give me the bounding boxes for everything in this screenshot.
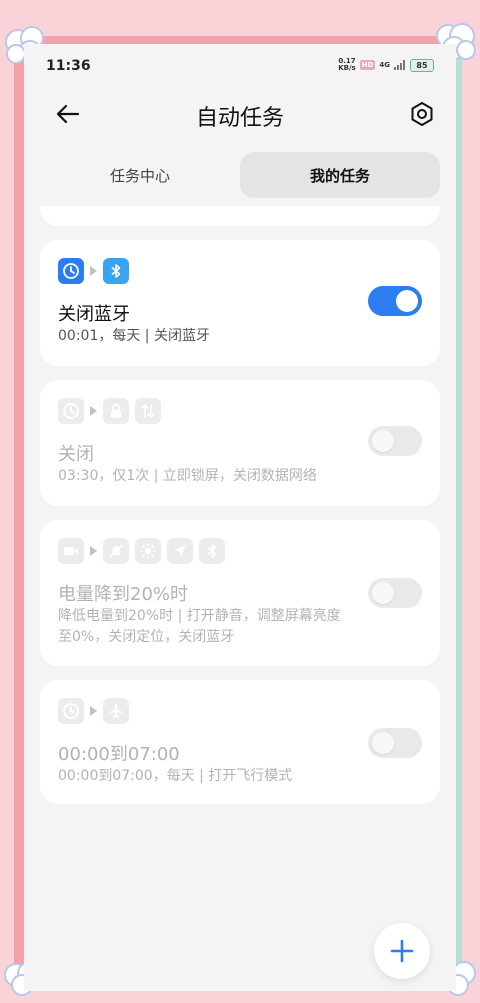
location-icon	[167, 538, 193, 564]
task-title: 关闭	[58, 444, 94, 465]
task-action-chain	[58, 398, 161, 424]
task-tabs: 任务中心 我的任务	[40, 152, 440, 198]
chain-arrow-icon	[90, 546, 97, 556]
task-action-chain	[58, 538, 225, 564]
page-title: 自动任务	[195, 106, 284, 131]
task-description: 降低电量到20%时 | 打开静音，调整屏幕亮度至0%，关闭定位，关闭蓝牙	[58, 608, 341, 645]
bluetooth-icon	[103, 258, 129, 284]
signal-icon	[394, 60, 405, 70]
task-toggle[interactable]	[368, 578, 422, 608]
clock-icon	[58, 398, 84, 424]
task-card[interactable]: 电量降到20%时 降低电量到20%时 | 打开静音，调整屏幕亮度至0%，关闭定位…	[40, 520, 440, 666]
phone-screen: 11:36 0.17 KB/s HD 4G 85 自动任务 任务中心 我的任务 …	[24, 44, 456, 991]
mute-icon	[103, 538, 129, 564]
plus-icon	[390, 939, 414, 963]
clock-icon	[58, 258, 84, 284]
network-speed-unit: KB/s	[338, 64, 356, 72]
task-card[interactable]: 关闭 03:30，仅1次 | 立即锁屏，关闭数据网络	[40, 380, 440, 506]
toggle-knob	[372, 732, 394, 754]
task-description: 00:01，每天 | 关闭蓝牙	[58, 328, 210, 344]
toggle-knob	[372, 430, 394, 452]
status-bar: 11:36 0.17 KB/s HD 4G 85	[24, 44, 456, 90]
tab-task-center[interactable]: 任务中心	[40, 152, 240, 198]
task-toggle[interactable]	[368, 426, 422, 456]
mobile-data-icon	[135, 398, 161, 424]
status-time: 11:36	[46, 58, 91, 74]
tab-my-tasks[interactable]: 我的任务	[240, 152, 440, 198]
toggle-knob	[372, 582, 394, 604]
task-title: 00:00到07:00	[58, 744, 180, 765]
task-title: 电量降到20%时	[58, 584, 189, 605]
battery-trigger-icon	[58, 538, 84, 564]
add-task-button[interactable]	[374, 923, 430, 979]
lock-icon	[103, 398, 129, 424]
hd-badge: HD	[359, 60, 376, 70]
chain-arrow-icon	[90, 406, 97, 416]
title-bar: 自动任务	[24, 90, 456, 138]
task-toggle[interactable]	[368, 286, 422, 316]
airplane-icon	[103, 698, 129, 724]
task-card[interactable]: 关闭蓝牙 00:01，每天 | 关闭蓝牙	[40, 240, 440, 366]
status-indicators: 0.17 KB/s HD 4G 85	[338, 58, 434, 72]
clock-icon	[58, 698, 84, 724]
card-peek	[40, 206, 440, 226]
task-description: 00:00到07:00，每天 | 打开飞行模式	[58, 768, 293, 784]
battery-indicator: 85	[410, 58, 434, 72]
task-description: 03:30，仅1次 | 立即锁屏，关闭数据网络	[58, 468, 317, 484]
toggle-knob	[396, 290, 418, 312]
task-card[interactable]: 00:00到07:00 00:00到07:00，每天 | 打开飞行模式	[40, 680, 440, 804]
task-title: 关闭蓝牙	[58, 304, 130, 325]
brightness-icon	[135, 538, 161, 564]
chain-arrow-icon	[90, 706, 97, 716]
bluetooth-icon	[199, 538, 225, 564]
task-action-chain	[58, 698, 129, 724]
frame-stripe-left	[14, 44, 24, 991]
chain-arrow-icon	[90, 266, 97, 276]
network-type: 4G	[379, 60, 390, 69]
task-action-chain	[58, 258, 129, 284]
gear-icon[interactable]	[408, 100, 436, 128]
network-speed: 0.17 KB/s	[338, 58, 355, 72]
task-toggle[interactable]	[368, 728, 422, 758]
